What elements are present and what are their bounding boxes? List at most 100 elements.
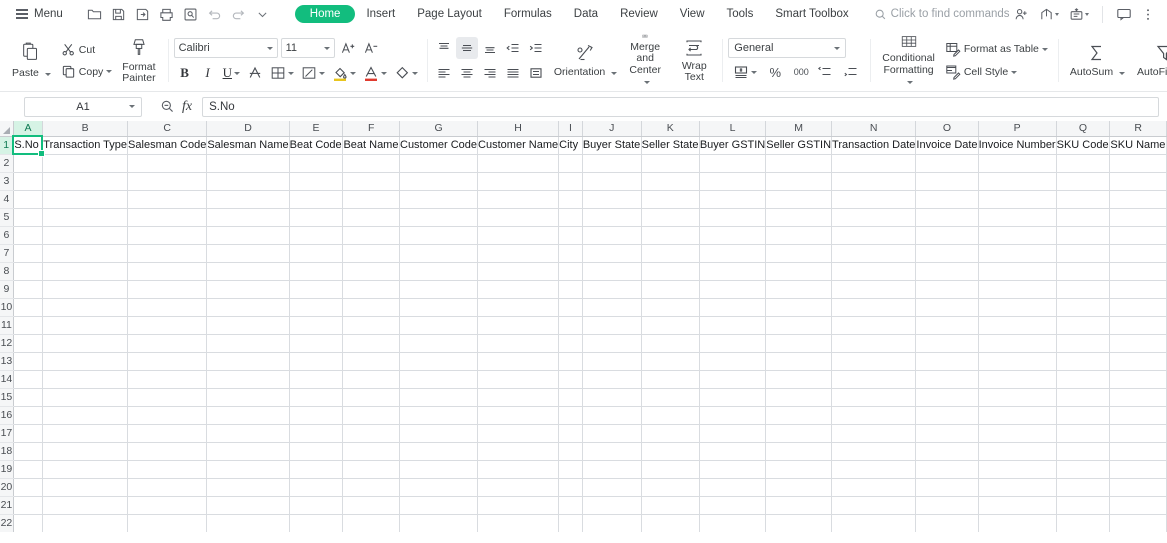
cell-G15[interactable] xyxy=(399,388,479,407)
number-format-select[interactable]: General xyxy=(728,38,847,58)
column-header-r[interactable]: R xyxy=(1109,121,1167,137)
cell-C7[interactable] xyxy=(127,244,208,263)
share-icon[interactable] xyxy=(1035,4,1063,25)
cell-Q5[interactable] xyxy=(1056,208,1111,227)
cell-K11[interactable] xyxy=(641,316,700,335)
cell-C2[interactable] xyxy=(127,154,208,173)
cell-O20[interactable] xyxy=(915,478,979,497)
cell-Q3[interactable] xyxy=(1056,172,1111,191)
cell-M6[interactable] xyxy=(765,226,833,245)
cell-A10[interactable] xyxy=(13,298,44,317)
tab-smart-toolbox[interactable]: Smart Toolbox xyxy=(764,5,859,23)
print-preview-icon[interactable] xyxy=(179,3,202,25)
cell-F8[interactable] xyxy=(342,262,400,281)
cell-N20[interactable] xyxy=(831,478,917,497)
cell-C9[interactable] xyxy=(127,280,208,299)
cell-C1[interactable]: Salesman Code xyxy=(127,136,208,155)
cell-Q14[interactable] xyxy=(1056,370,1111,389)
cell-H4[interactable] xyxy=(477,190,560,209)
fx-label[interactable]: fx xyxy=(182,99,192,115)
cell-R7[interactable] xyxy=(1109,244,1167,263)
cell-H13[interactable] xyxy=(477,352,560,371)
cell-L21[interactable] xyxy=(699,496,767,515)
cell-N16[interactable] xyxy=(831,406,917,425)
row-header-2[interactable]: 2 xyxy=(0,154,14,173)
column-header-k[interactable]: K xyxy=(641,121,700,137)
cell-N5[interactable] xyxy=(831,208,917,227)
comment-icon[interactable] xyxy=(1112,3,1136,25)
cell-R15[interactable] xyxy=(1109,388,1167,407)
cell-J12[interactable] xyxy=(582,334,642,353)
cell-E4[interactable] xyxy=(289,190,344,209)
tab-tools[interactable]: Tools xyxy=(716,5,765,23)
cell-K5[interactable] xyxy=(641,208,700,227)
cell-L20[interactable] xyxy=(699,478,767,497)
cell-H22[interactable] xyxy=(477,514,560,532)
column-header-j[interactable]: J xyxy=(582,121,642,137)
menu-button[interactable]: Menu xyxy=(10,6,69,22)
cell-H20[interactable] xyxy=(477,478,560,497)
cell-F6[interactable] xyxy=(342,226,400,245)
cell-H9[interactable] xyxy=(477,280,560,299)
cell-O19[interactable] xyxy=(915,460,979,479)
cell-E7[interactable] xyxy=(289,244,344,263)
cell-B1[interactable]: Transaction Type xyxy=(42,136,129,155)
cell-O4[interactable] xyxy=(915,190,979,209)
cell-I13[interactable] xyxy=(558,352,583,371)
cell-J4[interactable] xyxy=(582,190,642,209)
cell-E2[interactable] xyxy=(289,154,344,173)
zoom-out-icon[interactable] xyxy=(160,99,175,114)
cell-K4[interactable] xyxy=(641,190,700,209)
cell-L4[interactable] xyxy=(699,190,767,209)
cell-E17[interactable] xyxy=(289,424,344,443)
cell-K6[interactable] xyxy=(641,226,700,245)
cell-R3[interactable] xyxy=(1109,172,1167,191)
cell-D7[interactable] xyxy=(206,244,290,263)
cell-O3[interactable] xyxy=(915,172,979,191)
cell-N21[interactable] xyxy=(831,496,917,515)
cell-H7[interactable] xyxy=(477,244,560,263)
cell-P7[interactable] xyxy=(978,244,1057,263)
cell-N1[interactable]: Transaction Date xyxy=(831,136,917,155)
cell-F7[interactable] xyxy=(342,244,400,263)
increase-decimal-button[interactable] xyxy=(816,61,838,83)
cell-L2[interactable] xyxy=(699,154,767,173)
customize-qat-icon[interactable] xyxy=(251,3,274,25)
cell-I11[interactable] xyxy=(558,316,583,335)
cell-J6[interactable] xyxy=(582,226,642,245)
cell-A3[interactable] xyxy=(13,172,44,191)
cell-P5[interactable] xyxy=(978,208,1057,227)
cell-D8[interactable] xyxy=(206,262,290,281)
cell-L7[interactable] xyxy=(699,244,767,263)
cell-N19[interactable] xyxy=(831,460,917,479)
cell-R9[interactable] xyxy=(1109,280,1167,299)
cell-D15[interactable] xyxy=(206,388,290,407)
cell-P12[interactable] xyxy=(978,334,1057,353)
cell-G12[interactable] xyxy=(399,334,479,353)
column-header-i[interactable]: I xyxy=(558,121,583,137)
copy-button[interactable]: Copy xyxy=(57,62,117,81)
cell-G3[interactable] xyxy=(399,172,479,191)
row-header-3[interactable]: 3 xyxy=(0,172,14,191)
cell-E20[interactable] xyxy=(289,478,344,497)
cell-D6[interactable] xyxy=(206,226,290,245)
decrease-font-size-button[interactable] xyxy=(362,37,384,59)
percent-format-button[interactable]: % xyxy=(764,61,786,83)
row-header-10[interactable]: 10 xyxy=(0,298,14,317)
cell-A19[interactable] xyxy=(13,460,44,479)
cell-K21[interactable] xyxy=(641,496,700,515)
cell-L12[interactable] xyxy=(699,334,767,353)
cell-K15[interactable] xyxy=(641,388,700,407)
cell-E3[interactable] xyxy=(289,172,344,191)
cell-Q19[interactable] xyxy=(1056,460,1111,479)
cell-shading-button[interactable] xyxy=(298,62,328,84)
font-color-button[interactable] xyxy=(360,62,390,84)
paste-button[interactable]: Paste xyxy=(6,32,57,90)
cell-K17[interactable] xyxy=(641,424,700,443)
cell-J19[interactable] xyxy=(582,460,642,479)
cell-G16[interactable] xyxy=(399,406,479,425)
cell-R4[interactable] xyxy=(1109,190,1167,209)
cell-A18[interactable] xyxy=(13,442,44,461)
cell-F14[interactable] xyxy=(342,370,400,389)
cell-G17[interactable] xyxy=(399,424,479,443)
